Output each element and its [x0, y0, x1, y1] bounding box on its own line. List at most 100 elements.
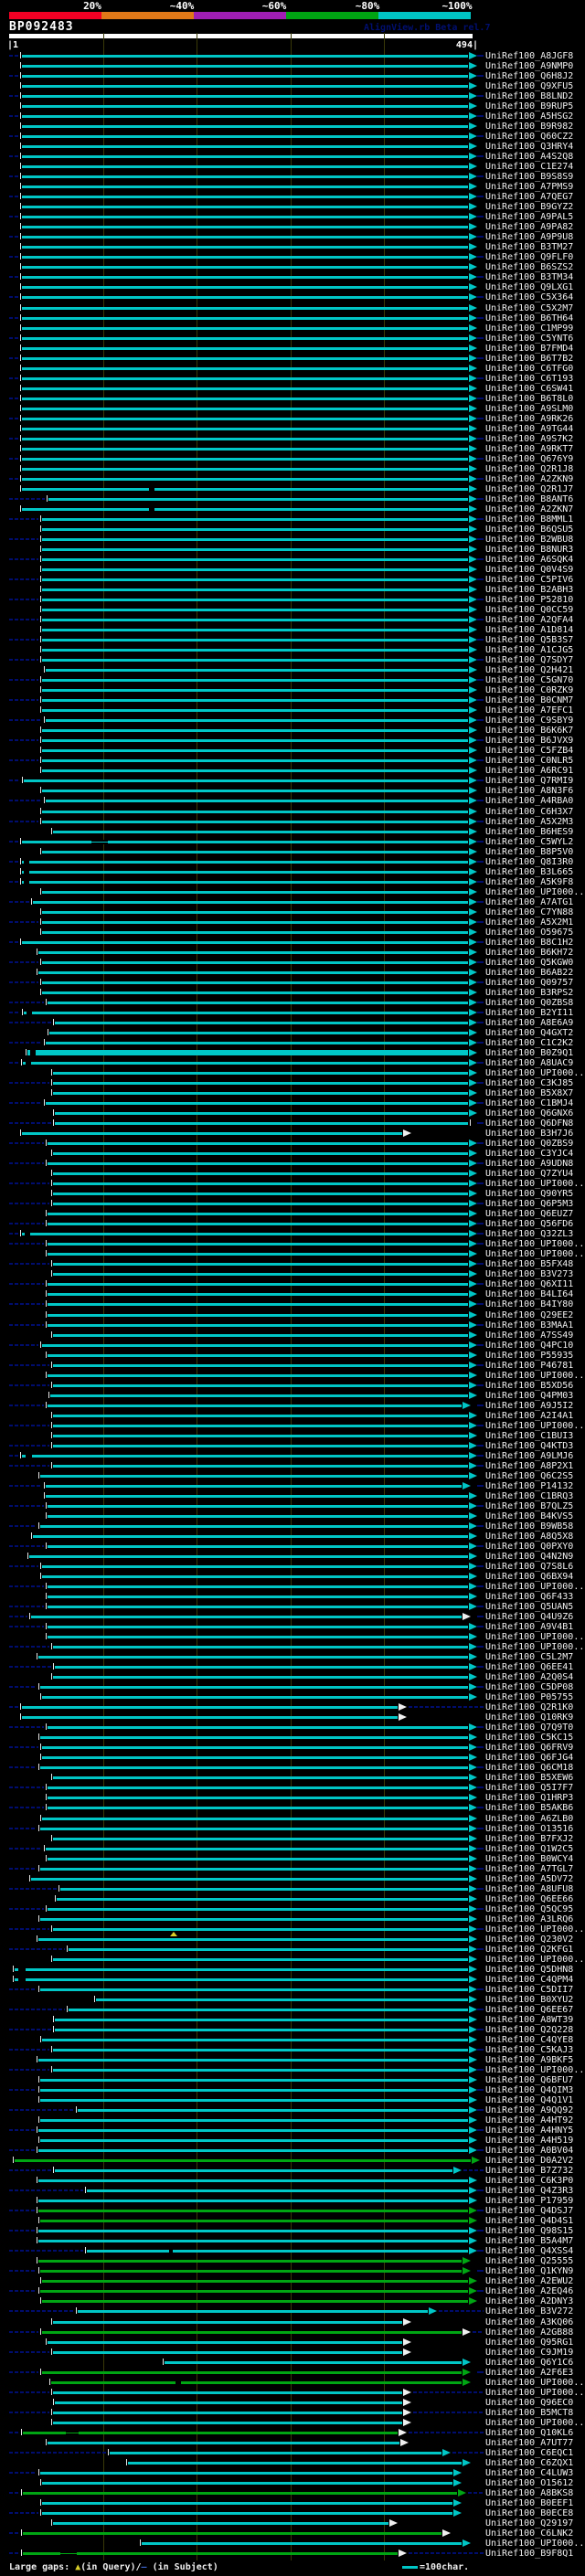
hit-bar[interactable] [48, 1595, 468, 1598]
hit-label[interactable]: UniRef100_Q10KL6 [485, 2428, 573, 2438]
hit-label[interactable]: UniRef100_Q7S8L6 [485, 1562, 573, 1572]
hit-bar[interactable] [55, 2029, 468, 2031]
hit-label[interactable]: UniRef100_B8NUR3 [485, 545, 573, 555]
hit-bar[interactable] [22, 55, 468, 58]
hit-bar[interactable] [42, 2280, 468, 2283]
hit-bar[interactable] [42, 568, 468, 571]
hit-label[interactable]: UniRef100_A7EFC1 [485, 705, 573, 716]
hit-label[interactable]: UniRef100_Q676Y9 [485, 454, 573, 464]
hit-label[interactable]: UniRef100_Q6BFU7 [485, 2075, 573, 2085]
hit-bar[interactable] [46, 1102, 468, 1105]
hit-bar[interactable] [48, 1374, 468, 1377]
hit-label[interactable]: UniRef100_A8WT39 [485, 2015, 573, 2025]
hit-bar[interactable] [48, 1807, 468, 1809]
hit-bar[interactable] [42, 599, 468, 601]
hit-label[interactable]: UniRef100_Q4PC10 [485, 1341, 573, 1351]
hit-bar[interactable] [22, 226, 468, 228]
hit-label[interactable]: UniRef100_Q32ZL3 [485, 1229, 573, 1239]
hit-bar[interactable] [22, 286, 468, 289]
hit-bar[interactable] [42, 639, 468, 641]
hit-bar[interactable] [22, 1233, 468, 1235]
hit-bar[interactable] [42, 548, 468, 551]
hit-bar[interactable] [48, 1606, 468, 1608]
hit-label[interactable]: UniRef100_A9PA82 [485, 222, 573, 232]
hit-bar[interactable] [48, 1223, 468, 1225]
hit-label[interactable]: UniRef100_Q6FJG4 [485, 1753, 573, 1763]
hit-label[interactable]: UniRef100_P52810 [485, 595, 573, 605]
hit-bar[interactable] [48, 1162, 468, 1165]
hit-bar[interactable] [22, 357, 468, 360]
hit-bar[interactable] [53, 2321, 402, 2324]
hit-label[interactable]: UniRef100_Q96EC0 [485, 2398, 573, 2408]
hit-bar[interactable] [46, 1848, 468, 1850]
hit-bar[interactable] [22, 871, 468, 874]
hit-bar[interactable] [22, 377, 468, 380]
hit-label[interactable]: UniRef100_Q7ZYU4 [485, 1169, 573, 1179]
hit-bar[interactable] [53, 2522, 388, 2525]
hit-bar[interactable] [46, 719, 468, 722]
hit-bar[interactable] [40, 2220, 468, 2222]
hit-label[interactable]: UniRef100_C0NLR5 [485, 756, 573, 766]
hit-bar[interactable] [40, 1475, 468, 1478]
hit-label[interactable]: UniRef100_A5DV72 [485, 1874, 573, 1884]
hit-label[interactable]: UniRef100_Q5QC95 [485, 1904, 573, 1914]
hit-label[interactable]: UniRef100_B9F8Q1 [485, 2549, 573, 2559]
hit-bar[interactable] [22, 881, 468, 884]
hit-label[interactable]: UniRef100_A3KQ06 [485, 2317, 573, 2327]
hit-bar[interactable] [38, 2179, 468, 2182]
hit-bar[interactable] [53, 2422, 402, 2424]
hit-label[interactable]: UniRef100_Q4QIM3 [485, 2085, 573, 2095]
hit-label[interactable]: UniRef100_Q7RMI9 [485, 776, 573, 786]
hit-bar[interactable] [42, 981, 468, 984]
hit-bar[interactable] [53, 1838, 468, 1840]
hit-label[interactable]: UniRef100_A9RKT7 [485, 444, 573, 454]
hit-bar[interactable] [53, 1273, 468, 1276]
hit-label[interactable]: UniRef100_A8Q5X8 [485, 1532, 573, 1542]
hit-bar[interactable] [22, 941, 468, 944]
hit-bar[interactable] [33, 901, 468, 904]
hit-bar[interactable] [40, 1736, 468, 1739]
hit-label[interactable]: UniRef100_Q3HRY4 [485, 142, 573, 152]
hit-label[interactable]: UniRef100_A1D814 [485, 625, 573, 635]
hit-label[interactable]: UniRef100_UPI000.. [485, 2418, 584, 2428]
hit-bar[interactable] [22, 296, 468, 299]
hit-bar[interactable] [53, 1435, 468, 1437]
hit-label[interactable]: UniRef100_A8BKS8 [485, 2488, 573, 2498]
hit-label[interactable]: UniRef100_A2I4A1 [485, 1411, 573, 1421]
hit-bar[interactable] [42, 588, 468, 591]
hit-label[interactable]: UniRef100_A2DNY3 [485, 2296, 573, 2306]
hit-bar[interactable] [48, 1908, 468, 1911]
hit-bar[interactable] [42, 2331, 462, 2334]
hit-label[interactable]: UniRef100_C6LNK2 [485, 2528, 573, 2539]
hit-label[interactable]: UniRef100_Q1HRP3 [485, 1793, 573, 1803]
hit-bar[interactable] [22, 145, 468, 148]
hit-bar[interactable] [33, 1535, 468, 1538]
hit-label[interactable]: UniRef100_P17959 [485, 2196, 573, 2206]
hit-label[interactable]: UniRef100_B8LND2 [485, 91, 573, 101]
hit-bar[interactable] [38, 2260, 462, 2263]
hit-label[interactable]: UniRef100_Q1KYN9 [485, 2266, 573, 2276]
hit-label[interactable]: UniRef100_UPI000.. [485, 1642, 584, 1652]
hit-bar[interactable] [22, 135, 468, 138]
hit-bar[interactable] [27, 1050, 468, 1055]
hit-label[interactable]: UniRef100_C4QYE8 [485, 2035, 573, 2045]
hit-bar[interactable] [48, 1505, 468, 1508]
hit-bar[interactable] [42, 1344, 468, 1347]
hit-bar[interactable] [42, 689, 468, 692]
hit-bar[interactable] [22, 75, 468, 78]
hit-bar[interactable] [42, 1575, 468, 1578]
hit-label[interactable]: UniRef100_B0WCY4 [485, 1854, 573, 1864]
hit-label[interactable]: UniRef100_A7SS49 [485, 1330, 573, 1341]
hit-bar[interactable] [22, 1716, 398, 1719]
hit-bar[interactable] [42, 2502, 452, 2505]
hit-bar[interactable] [42, 2300, 468, 2303]
hit-label[interactable]: UniRef100_B7FMD4 [485, 344, 573, 354]
hit-bar[interactable] [24, 779, 468, 782]
hit-label[interactable]: UniRef100_A8E6A9 [485, 1018, 573, 1028]
hit-label[interactable]: UniRef100_Q2Q228 [485, 2025, 573, 2035]
hit-bar[interactable] [22, 468, 468, 471]
hit-label[interactable]: UniRef100_C3YJC4 [485, 1149, 573, 1159]
hit-label[interactable]: UniRef100_O59675 [485, 928, 573, 938]
hit-bar[interactable] [55, 1122, 468, 1125]
hit-label[interactable]: UniRef100_Q7Q9T0 [485, 1723, 573, 1733]
